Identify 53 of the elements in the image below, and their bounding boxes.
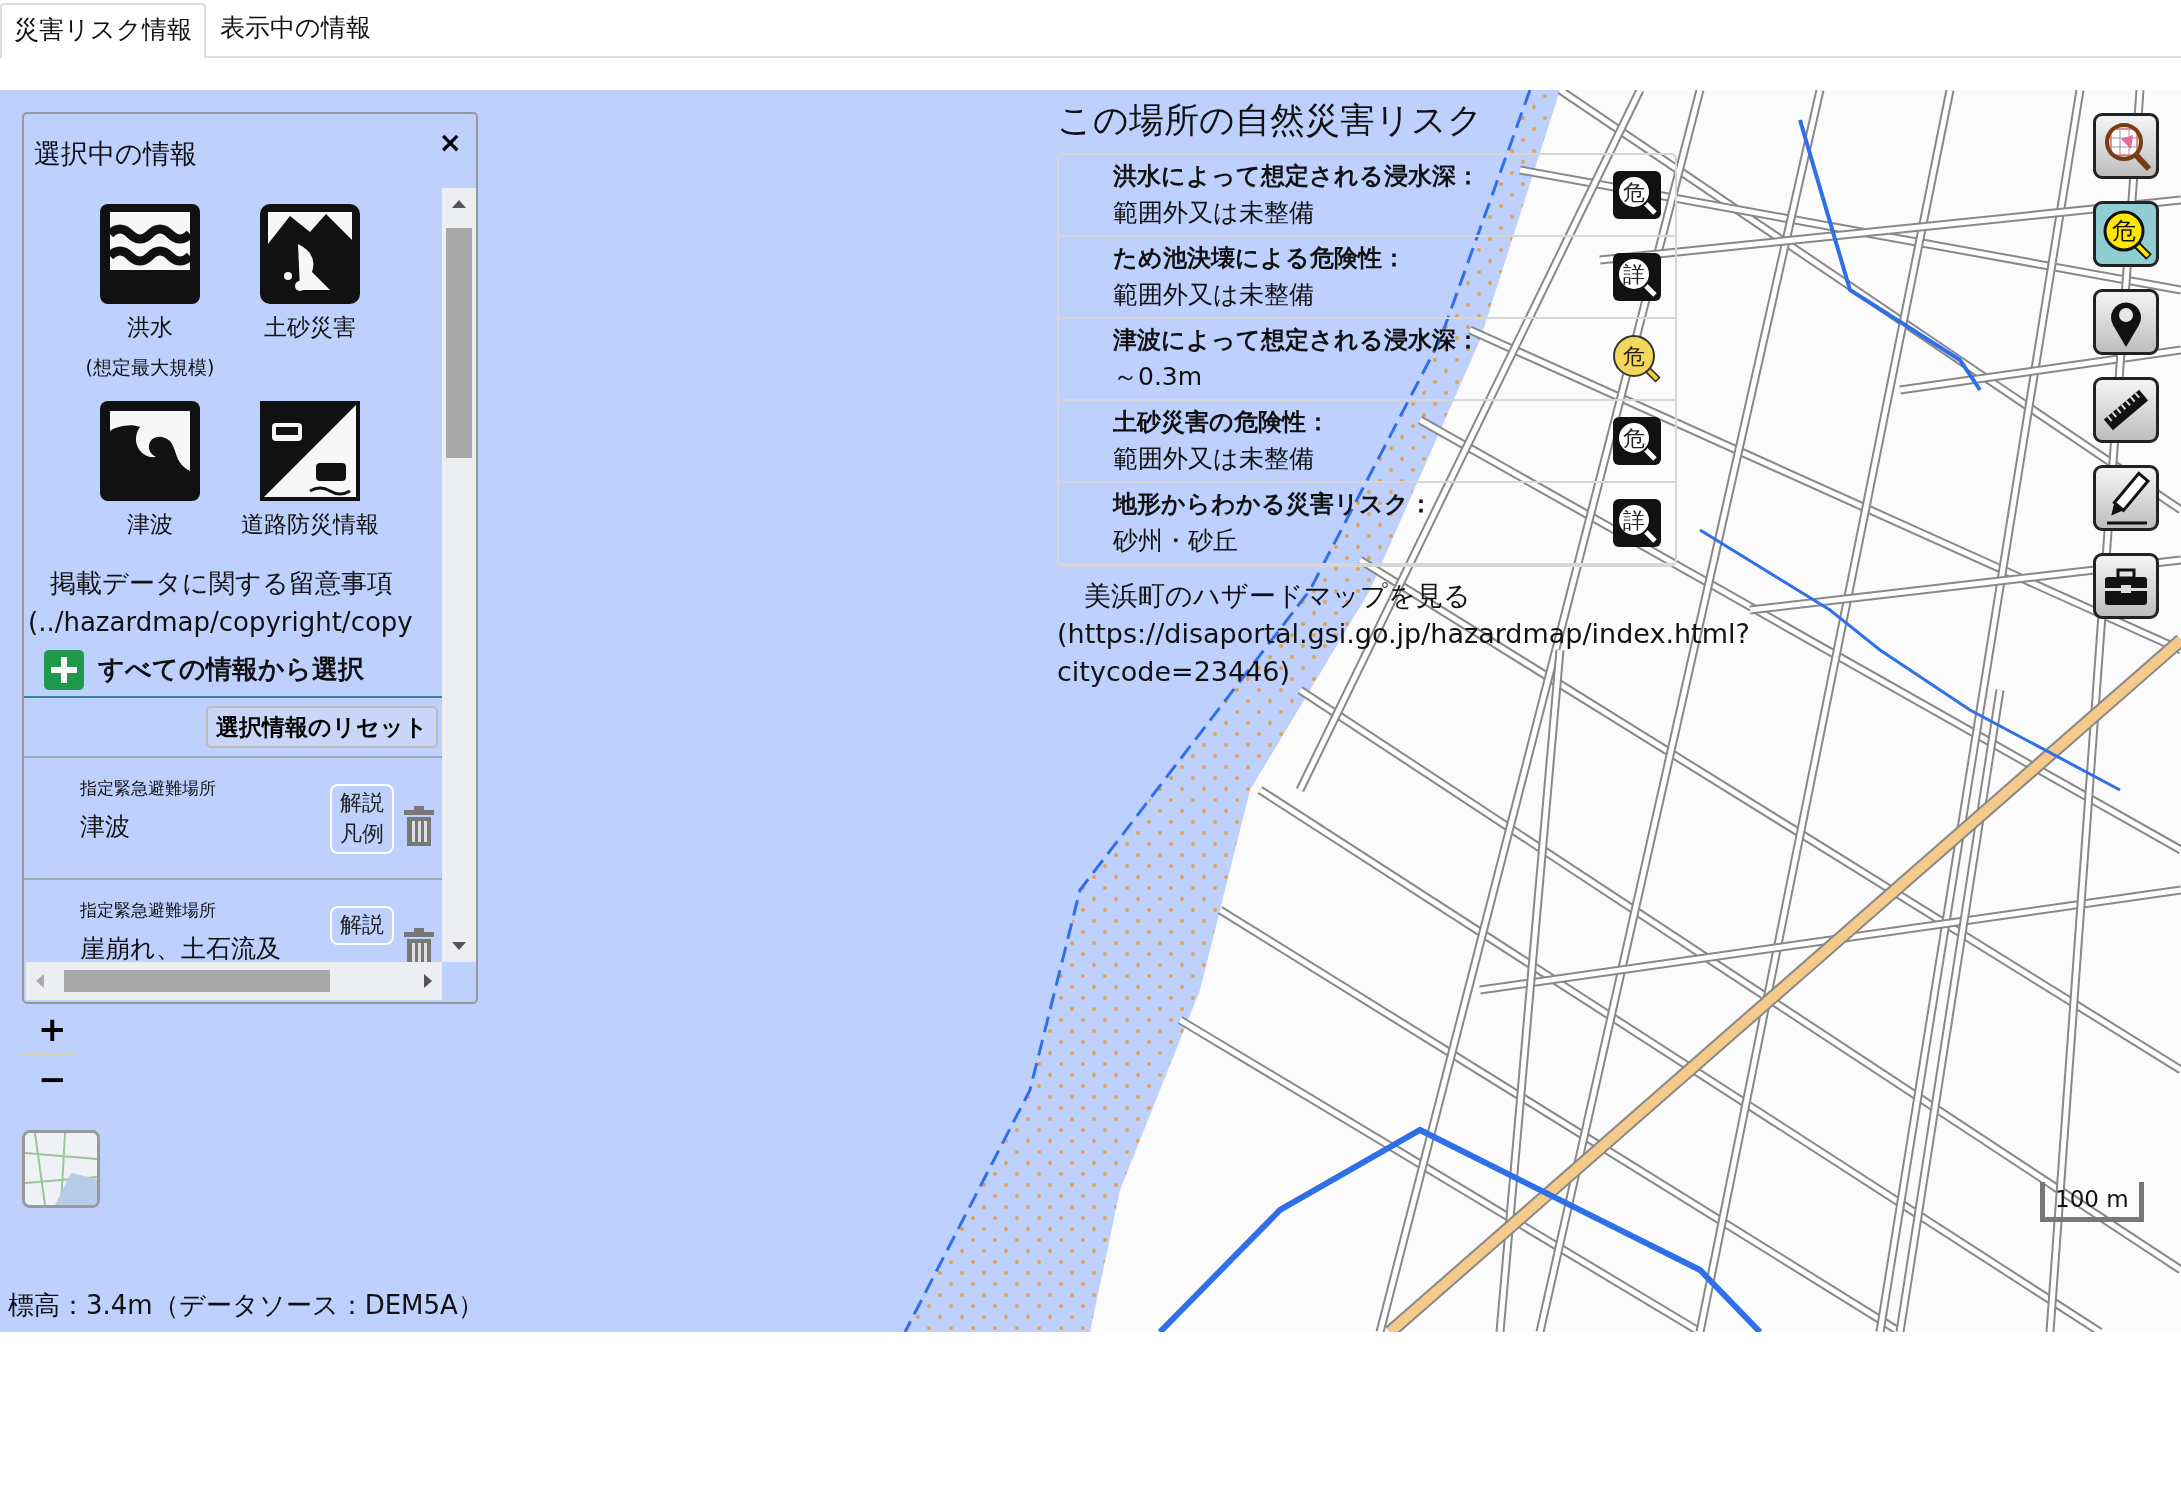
basemap-thumbnail[interactable] bbox=[22, 1130, 100, 1208]
pin-tool-button[interactable] bbox=[2093, 289, 2159, 355]
magnifier-icon[interactable]: 詳 bbox=[1613, 498, 1661, 547]
ruler-tool-button[interactable] bbox=[2093, 377, 2159, 443]
risk-label: 津波によって想定される浸水深： bbox=[1113, 324, 1481, 356]
horizontal-scrollbar[interactable] bbox=[26, 962, 442, 1000]
category-label[interactable]: 洪水 bbox=[127, 310, 173, 345]
layer-search-tool-button[interactable] bbox=[2093, 113, 2159, 179]
tsunami-hazard-icon[interactable] bbox=[100, 401, 200, 501]
vertical-scrollbar[interactable] bbox=[442, 188, 476, 962]
layer-category: 指定緊急避難場所 bbox=[80, 777, 217, 800]
close-button[interactable]: × bbox=[438, 122, 462, 164]
plus-icon[interactable] bbox=[44, 649, 84, 690]
layer-name: 津波 bbox=[80, 810, 131, 843]
risk-label: ため池決壊による危険性： bbox=[1113, 242, 1407, 274]
toolbox-tool-button[interactable] bbox=[2093, 553, 2159, 619]
road-hazard-icon[interactable] bbox=[260, 401, 360, 501]
reset-button[interactable]: 選択情報のリセット bbox=[206, 705, 438, 748]
category-note: (想定最大規模) bbox=[85, 354, 215, 380]
risk-value: 砂州・砂丘 bbox=[1113, 524, 1239, 557]
layer-name: 崖崩れ、土石流及 bbox=[80, 932, 282, 962]
hazard-search-tool-button[interactable]: 危 bbox=[2093, 201, 2159, 267]
flood-hazard-icon[interactable] bbox=[100, 204, 200, 304]
risk-value: 範囲外又は未整備 bbox=[1113, 442, 1315, 475]
risk-label: 土砂災害の危険性： bbox=[1113, 406, 1331, 438]
scale-label: 100 m bbox=[2054, 1185, 2130, 1214]
risk-label: 地形からわかる災害リスク： bbox=[1113, 488, 1434, 520]
tab[interactable]: 災害リスク情報 bbox=[0, 2, 206, 58]
landslide-hazard-icon[interactable] bbox=[260, 204, 360, 304]
risk-value: 範囲外又は未整備 bbox=[1113, 196, 1315, 229]
category-label[interactable]: 土砂災害 bbox=[264, 310, 356, 345]
zoom-in-button[interactable]: + bbox=[30, 1012, 75, 1046]
risk-panel-title: この場所の自然災害リスク bbox=[1057, 99, 1484, 142]
notice-text[interactable]: 掲載データに関する留意事項 bbox=[24, 563, 442, 603]
risk-label: 洪水によって想定される浸水深： bbox=[1113, 160, 1481, 192]
tab[interactable]: 表示中の情報 bbox=[206, 0, 385, 56]
elevation-text: 標高：3.4m（データソース：DEM5A） bbox=[8, 1289, 484, 1322]
legend-button[interactable]: 解説 bbox=[330, 906, 394, 945]
zoom-out-button[interactable]: − bbox=[30, 1062, 75, 1096]
trash-icon[interactable] bbox=[402, 806, 436, 846]
category-label[interactable]: 道路防災情報 bbox=[241, 507, 379, 542]
pencil-tool-button[interactable] bbox=[2093, 465, 2159, 531]
select-all-link[interactable]: すべての情報から選択 bbox=[98, 650, 364, 689]
risk-value: 範囲外又は未整備 bbox=[1113, 278, 1315, 311]
magnifier-icon[interactable]: 詳 bbox=[1613, 252, 1661, 301]
panel-title: 選択中の情報 bbox=[34, 137, 197, 171]
notice-link[interactable]: (../hazardmap/copyright/copy bbox=[24, 602, 442, 642]
magnifier-icon[interactable]: 危 bbox=[1613, 170, 1661, 219]
layer-category: 指定緊急避難場所 bbox=[80, 899, 217, 922]
legend-button[interactable]: 解説 凡例 bbox=[330, 784, 394, 854]
category-label[interactable]: 津波 bbox=[127, 507, 173, 542]
magnifier-icon[interactable]: 危 bbox=[1613, 416, 1661, 465]
risk-value: ～0.3m bbox=[1113, 360, 1204, 393]
